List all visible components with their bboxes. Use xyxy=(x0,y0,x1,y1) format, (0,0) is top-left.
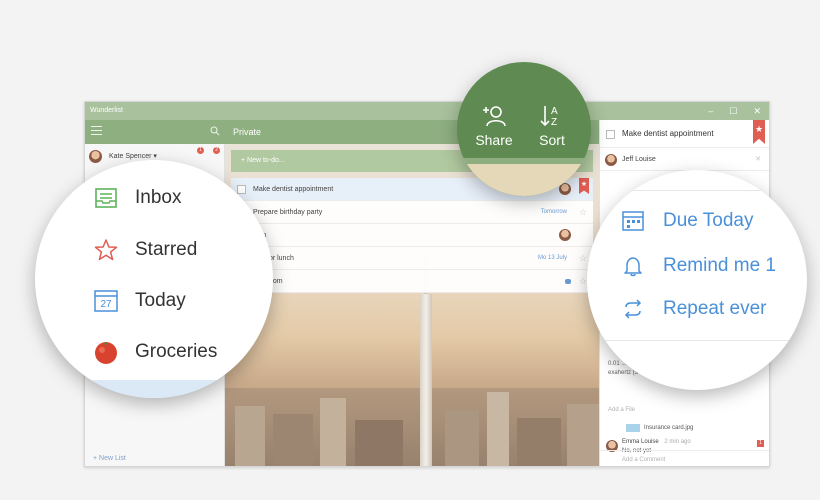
divider xyxy=(605,340,805,341)
assignee-avatar xyxy=(559,229,571,241)
conversations-badge[interactable]: 2 xyxy=(213,147,220,154)
comment-count-badge: 1 xyxy=(757,440,764,447)
add-file-button[interactable]: Add a File xyxy=(608,407,635,413)
divider xyxy=(605,190,805,191)
share-label: Share xyxy=(475,132,513,148)
background-band-green xyxy=(457,158,591,164)
comment-icon xyxy=(565,279,571,284)
due-date-label: Due Today xyxy=(663,210,754,231)
inbox-icon xyxy=(93,185,119,211)
detail-zoom-callout: Due Today Remind me 1 Repeat ever xyxy=(587,170,807,390)
repeat-row[interactable]: Repeat ever xyxy=(621,294,767,324)
reminder-label: Remind me 1 xyxy=(663,255,776,276)
reminder-row[interactable]: Remind me 1 xyxy=(621,251,776,281)
star-icon[interactable]: ☆ xyxy=(579,247,587,270)
calendar-day: 27 xyxy=(100,298,112,310)
city-background-image xyxy=(225,388,599,466)
star-icon xyxy=(93,237,119,263)
star-icon[interactable]: ☆ xyxy=(579,201,587,224)
due-date-icon xyxy=(621,209,645,233)
assignee-avatar xyxy=(605,154,617,166)
task-due-date: Tomorrow xyxy=(540,209,567,215)
task-row[interactable]: Erik for lunch Mo 13 July ☆ xyxy=(231,247,593,270)
task-due-date: Mo 13 July xyxy=(537,255,567,261)
task-title: Make dentist appointment xyxy=(253,186,334,193)
activity-badge[interactable]: 1 xyxy=(197,147,204,154)
detail-title[interactable]: Make dentist appointment xyxy=(622,129,714,138)
maximize-button[interactable]: ☐ xyxy=(729,102,737,120)
title-bar: Wunderlist – ☐ ✕ xyxy=(85,102,769,120)
new-list-button[interactable]: + New List xyxy=(93,455,126,462)
detail-star-flag-icon[interactable]: ★ xyxy=(753,120,765,144)
task-row[interactable]: Prepare birthday party Tomorrow ☆ xyxy=(231,201,593,224)
list-title: Private xyxy=(233,127,262,137)
sort-az-icon: AZ xyxy=(540,106,558,128)
list-label-inbox: Inbox xyxy=(135,187,182,208)
star-icon[interactable]: ☆ xyxy=(579,270,587,293)
list-label-today: Today xyxy=(135,290,186,311)
remove-assignee-icon[interactable]: ✕ xyxy=(755,149,761,171)
repeat-label: Repeat ever xyxy=(663,298,767,319)
list-item-inbox[interactable]: Inbox xyxy=(93,180,181,216)
assignee-row[interactable]: Jeff Louise ✕ xyxy=(600,149,769,171)
file-thumbnail xyxy=(626,424,640,432)
share-person-icon xyxy=(483,106,506,127)
task-row[interactable]: Tom xyxy=(231,224,593,247)
tomato-icon xyxy=(93,339,119,365)
list-label-groceries: Groceries xyxy=(135,341,218,362)
calendar-icon: 27 xyxy=(93,288,119,314)
window-title: Wunderlist xyxy=(90,107,123,114)
toolbar-zoom-callout: Share AZ Sort xyxy=(457,62,591,196)
detail-header: Make dentist appointment ★ xyxy=(600,120,769,148)
hamburger-menu-icon[interactable] xyxy=(91,126,102,137)
svg-text:A: A xyxy=(551,106,558,117)
sort-button[interactable]: AZ Sort xyxy=(529,104,575,148)
add-comment-input[interactable]: Add a Comment xyxy=(600,450,769,466)
tv-tower xyxy=(420,294,432,466)
repeat-icon xyxy=(621,297,645,321)
selected-list-highlight xyxy=(35,380,273,398)
file-attachment[interactable]: Insurance card.jpg xyxy=(624,423,764,433)
due-date-row[interactable]: Due Today xyxy=(621,206,754,236)
bell-icon xyxy=(621,254,645,278)
sort-label: Sort xyxy=(539,132,565,148)
task-row[interactable]: bathroom ☆ xyxy=(231,270,593,293)
user-avatar xyxy=(89,150,102,163)
list-label-starred: Starred xyxy=(135,239,198,260)
comment-time: 2 min ago xyxy=(664,439,691,445)
list-item-starred[interactable]: Starred xyxy=(93,232,197,268)
task-checkbox[interactable] xyxy=(237,185,246,194)
stage: Wunderlist – ☐ ✕ Private Kate Spencer ▾ … xyxy=(0,0,820,500)
assignee-name: Jeff Louise xyxy=(622,156,656,163)
close-button[interactable]: ✕ xyxy=(753,102,761,120)
sidebar-zoom-callout: Inbox Starred 27 Today Groceries xyxy=(35,160,273,398)
share-button[interactable]: Share xyxy=(471,104,517,148)
file-name: Insurance card.jpg xyxy=(644,425,694,431)
svg-text:Z: Z xyxy=(551,117,557,128)
list-item-today[interactable]: 27 Today xyxy=(93,283,186,319)
list-item-groceries[interactable]: Groceries xyxy=(93,334,217,370)
detail-checkbox[interactable] xyxy=(606,130,615,139)
minimize-button[interactable]: – xyxy=(708,102,713,120)
comment-author: Emma Louise xyxy=(622,439,659,445)
search-icon[interactable] xyxy=(210,126,220,136)
window-controls: – ☐ ✕ xyxy=(708,102,761,120)
task-title: Prepare birthday party xyxy=(253,209,323,216)
